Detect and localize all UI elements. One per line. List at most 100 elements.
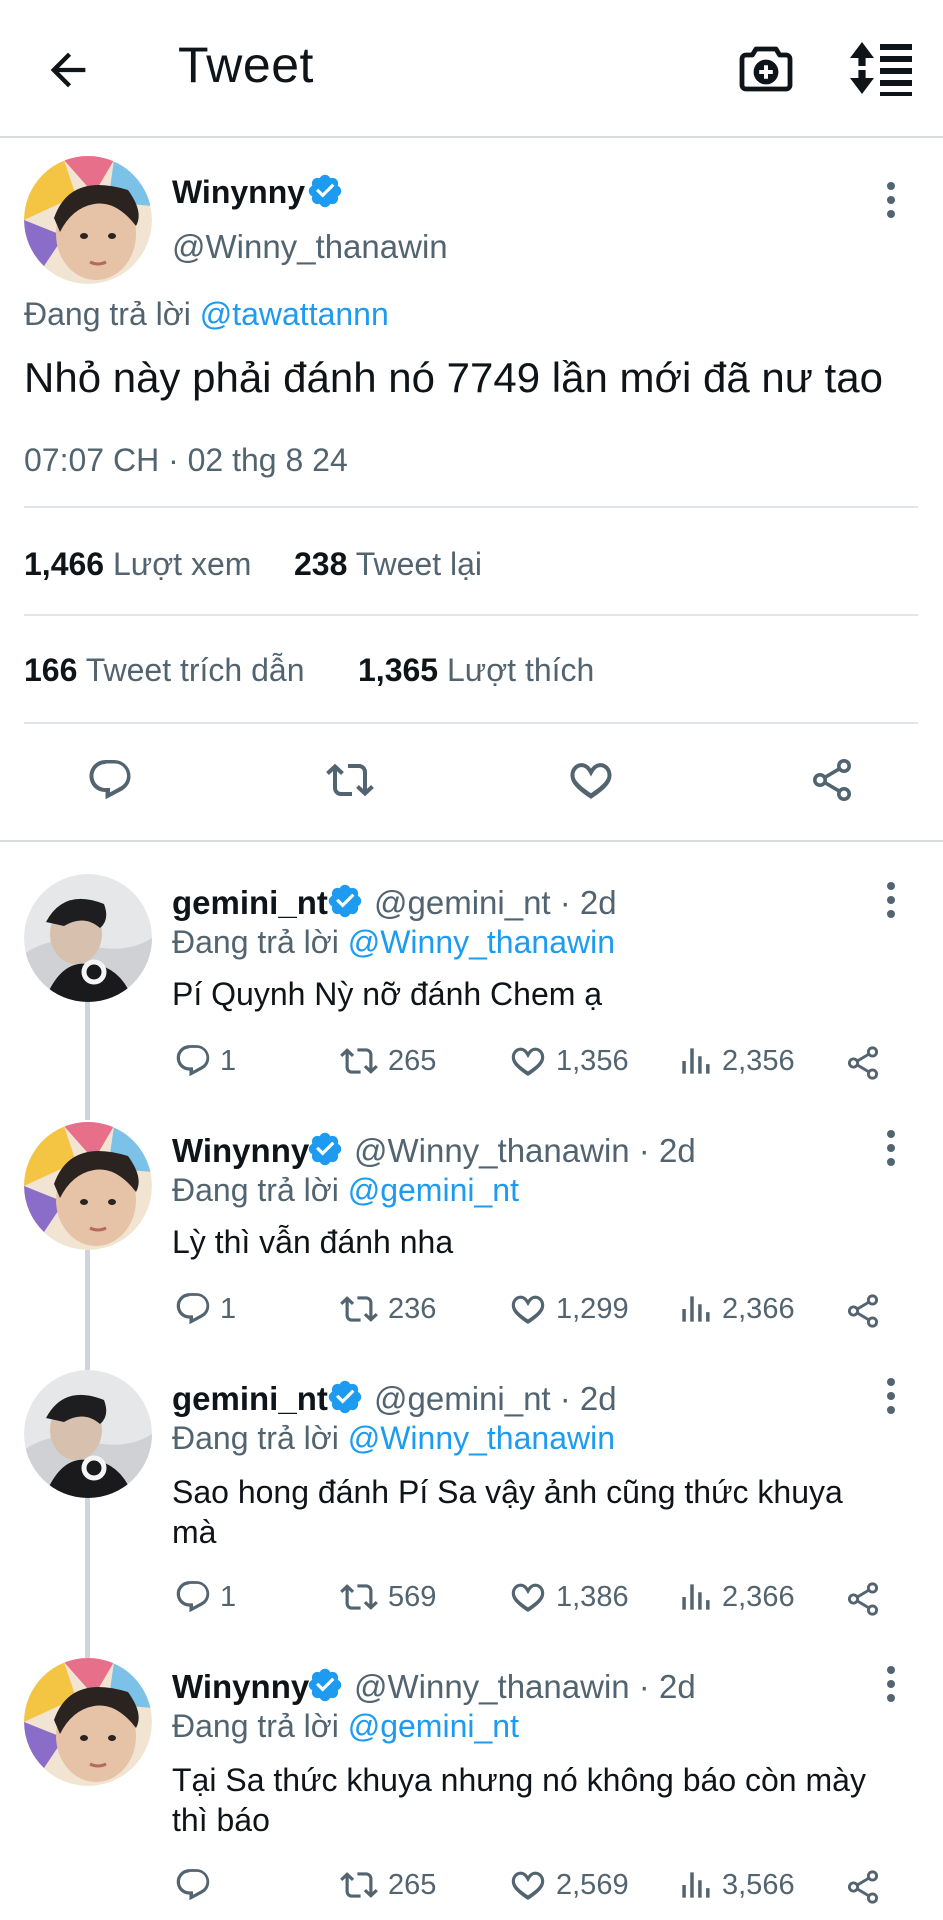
views-icon — [676, 1578, 714, 1616]
handle-and-time: @gemini_nt · 2d — [374, 1380, 617, 1417]
retweets-stat[interactable]: 238 Tweet lại — [294, 546, 482, 583]
more-options-icon[interactable] — [884, 1664, 898, 1704]
reply-icon[interactable] — [86, 756, 134, 804]
views-count: 3,566 — [722, 1868, 795, 1901]
share-icon[interactable] — [808, 756, 856, 804]
likes-stat[interactable]: 1,365 Lượt thích — [358, 652, 594, 689]
views-icon — [676, 1866, 714, 1904]
reply-prefix: Đang trả lời — [172, 1708, 339, 1744]
retweet-count: 265 — [388, 1868, 437, 1901]
verified-badge-icon — [306, 172, 344, 210]
reply-context: Đang trả lời @gemini_nt — [172, 1172, 519, 1209]
avatar[interactable] — [24, 1370, 152, 1498]
quotes-label: Tweet trích dẫn — [85, 652, 305, 688]
views-action[interactable]: 2,366 — [676, 1578, 795, 1616]
share-icon[interactable] — [844, 1292, 882, 1330]
verified-badge-icon — [326, 1378, 364, 1416]
retweet-action[interactable]: 236 — [338, 1290, 436, 1328]
views-stat: 1,466 Lượt xem — [24, 546, 251, 583]
more-options-icon[interactable] — [884, 1128, 898, 1168]
views-icon — [676, 1042, 714, 1080]
top-app-bar: Tweet — [0, 0, 943, 138]
tweet-text-line-1: Sao hong đánh Pí Sa vậy ảnh cũng thức kh… — [172, 1474, 843, 1510]
like-action[interactable]: 1,299 — [508, 1290, 629, 1328]
retweet-count: 236 — [388, 1292, 437, 1325]
thread-line — [85, 1498, 90, 1658]
reply-action[interactable] — [174, 1866, 220, 1904]
display-name[interactable]: Winynny — [172, 1668, 309, 1706]
views-label: Lượt xem — [112, 546, 252, 582]
reply-count: 1 — [220, 1580, 237, 1613]
sort-icon[interactable] — [850, 40, 914, 96]
arrow-left-icon[interactable] — [42, 44, 94, 96]
like-action[interactable]: 1,386 — [508, 1578, 629, 1616]
thread-line — [85, 1000, 90, 1120]
avatar[interactable] — [24, 1658, 152, 1786]
reply-count: 1 — [220, 1292, 237, 1325]
like-icon — [508, 1578, 548, 1616]
reply-icon — [174, 1578, 212, 1616]
display-name[interactable]: Winynny — [172, 1132, 309, 1170]
handle-and-time: @Winny_thanawin · 2d — [354, 1668, 696, 1705]
reply-to-link[interactable]: @gemini_nt — [348, 1172, 519, 1208]
retweet-icon — [338, 1866, 380, 1904]
reply-context: Đang trả lời @tawattannn — [24, 296, 389, 333]
views-icon — [676, 1290, 714, 1328]
reply-to-link[interactable]: @Winny_thanawin — [348, 924, 615, 960]
like-action[interactable]: 2,569 — [508, 1866, 629, 1904]
display-name[interactable]: gemini_nt — [172, 884, 328, 922]
display-name[interactable]: Winynny — [172, 174, 305, 211]
reply-action[interactable]: 1 — [174, 1042, 236, 1080]
reply-prefix: Đang trả lời — [172, 1172, 339, 1208]
tweet-text-line-1: Tại Sa thức khuya nhưng nó không báo còn… — [172, 1762, 866, 1798]
share-icon[interactable] — [844, 1868, 882, 1906]
avatar[interactable] — [24, 156, 152, 284]
more-options-icon[interactable] — [884, 180, 898, 220]
verified-badge-icon — [306, 1130, 344, 1168]
display-name[interactable]: gemini_nt — [172, 1380, 328, 1418]
avatar[interactable] — [24, 874, 152, 1002]
reply-action[interactable]: 1 — [174, 1578, 236, 1616]
views-count: 2,356 — [722, 1044, 795, 1077]
verified-badge-icon — [326, 882, 364, 920]
like-count: 1,356 — [556, 1044, 629, 1077]
reply-count: 1 — [220, 1044, 237, 1077]
reply-to-link[interactable]: @gemini_nt — [348, 1708, 519, 1744]
retweet-action[interactable]: 569 — [338, 1578, 436, 1616]
more-options-icon[interactable] — [884, 1376, 898, 1416]
quotes-stat[interactable]: 166 Tweet trích dẫn — [24, 652, 304, 689]
retweet-action[interactable]: 265 — [338, 1042, 436, 1080]
more-options-icon[interactable] — [884, 880, 898, 920]
tweet-text-line-2: mà — [172, 1514, 217, 1550]
retweet-icon[interactable] — [324, 756, 376, 804]
reply-to-link[interactable]: @Winny_thanawin — [348, 1420, 615, 1456]
user-handle[interactable]: @Winny_thanawin — [172, 228, 448, 266]
reply-prefix: Đang trả lời — [172, 1420, 339, 1456]
reply-to-link[interactable]: @tawattannn — [200, 296, 389, 332]
retweet-action[interactable]: 265 — [338, 1866, 436, 1904]
reply-prefix: Đang trả lời — [172, 924, 339, 960]
retweet-icon — [338, 1042, 380, 1080]
like-action[interactable]: 1,356 — [508, 1042, 629, 1080]
retweets-label: Tweet lại — [355, 546, 482, 582]
likes-label: Lượt thích — [446, 652, 595, 688]
reply-context: Đang trả lời @Winny_thanawin — [172, 1420, 615, 1457]
share-icon[interactable] — [844, 1580, 882, 1618]
share-icon[interactable] — [844, 1044, 882, 1082]
views-action[interactable]: 3,566 — [676, 1866, 795, 1904]
like-icon — [508, 1042, 548, 1080]
avatar[interactable] — [24, 1122, 152, 1250]
retweet-icon — [338, 1290, 380, 1328]
reply-prefix: Đang trả lời — [24, 296, 191, 332]
thread-line — [85, 1250, 90, 1370]
views-action[interactable]: 2,356 — [676, 1042, 795, 1080]
verified-badge-icon — [306, 1666, 344, 1704]
views-action[interactable]: 2,366 — [676, 1290, 795, 1328]
reply-action[interactable]: 1 — [174, 1290, 236, 1328]
like-icon[interactable] — [566, 756, 616, 804]
camera-plus-icon[interactable] — [738, 40, 794, 96]
like-icon — [508, 1290, 548, 1328]
views-count: 2,366 — [722, 1292, 795, 1325]
handle-and-time: @gemini_nt · 2d — [374, 884, 617, 921]
tweet-text: Pí Quynh Nỳ nỡ đánh Chem ạ — [172, 976, 603, 1012]
